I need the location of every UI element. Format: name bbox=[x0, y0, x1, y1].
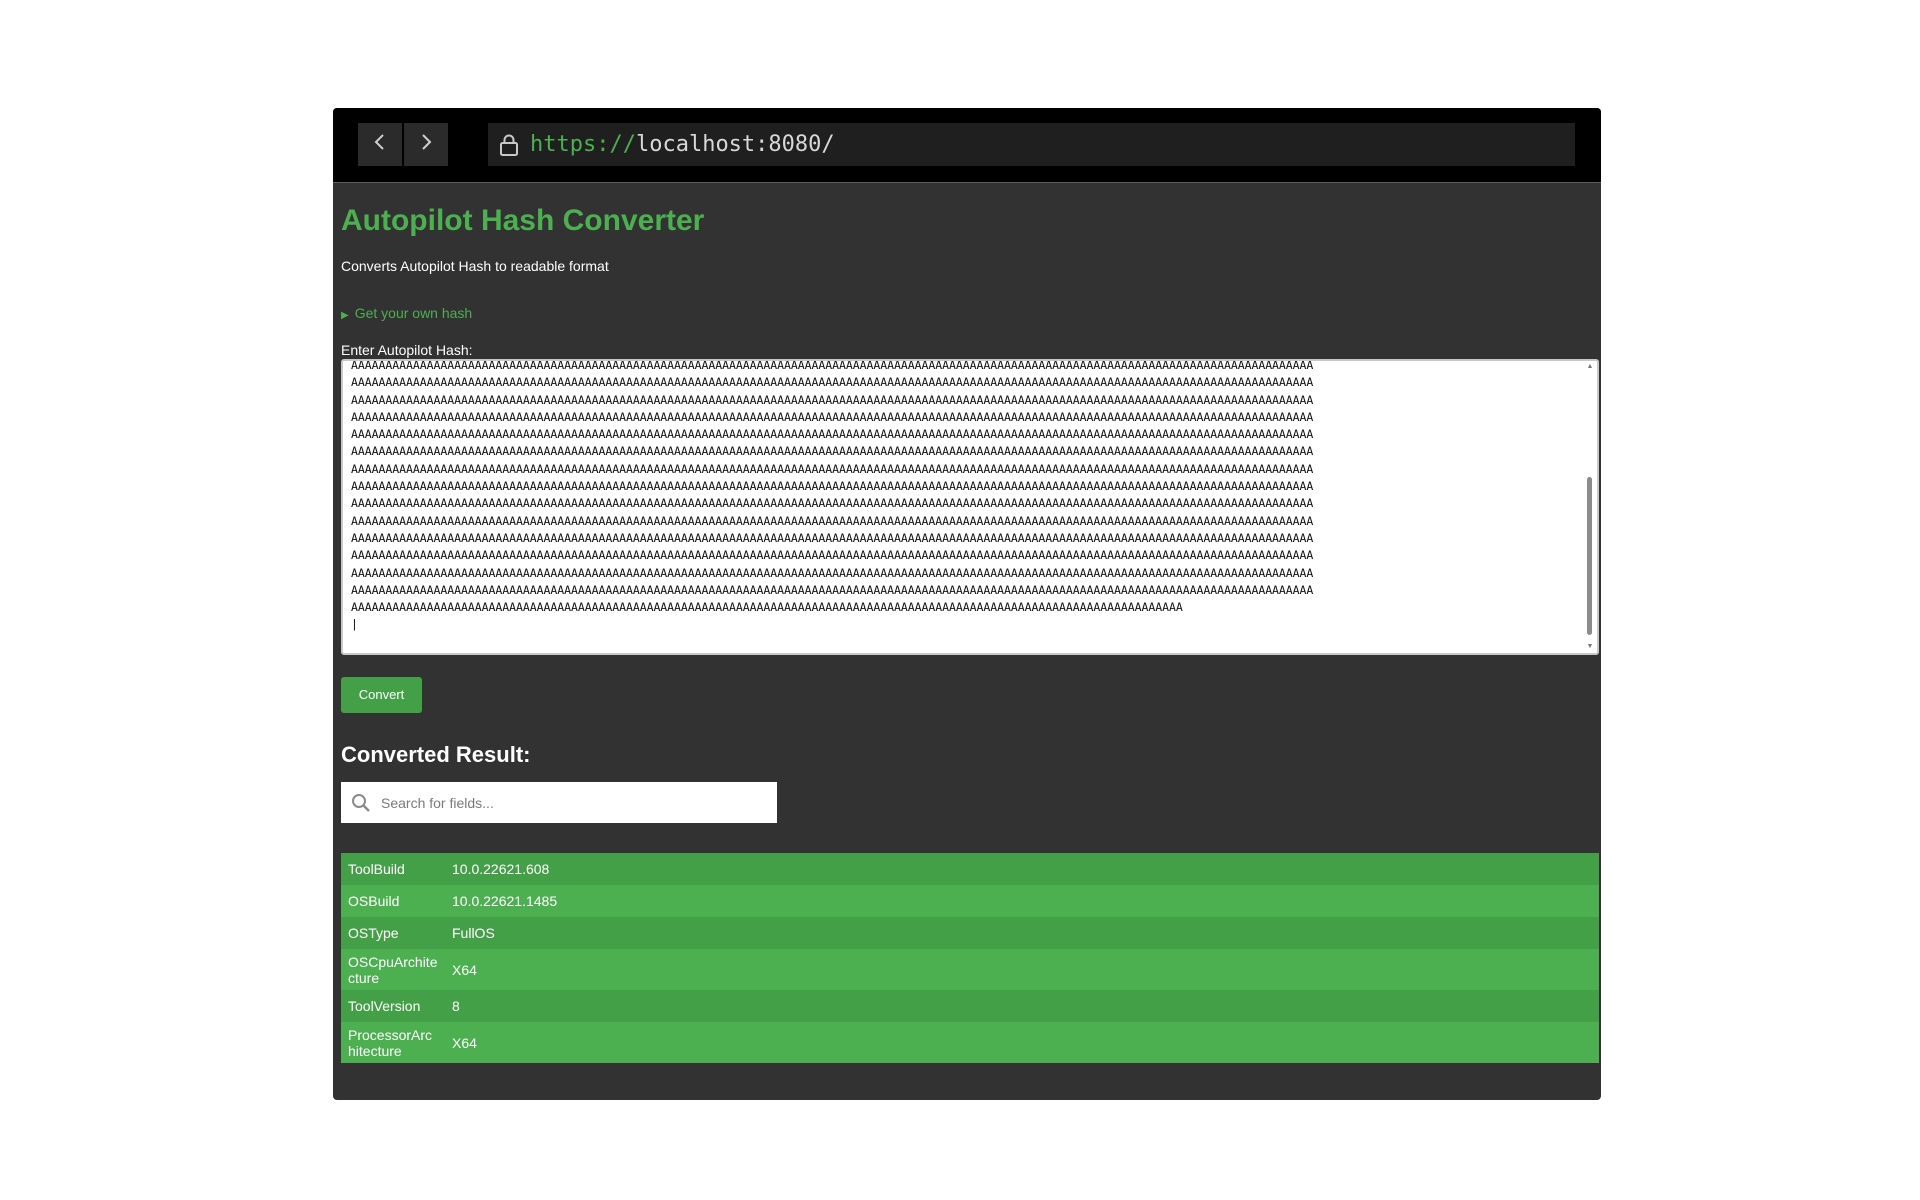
result-value: 8 bbox=[452, 998, 460, 1014]
triangle-right-icon: ▶ bbox=[341, 310, 349, 321]
back-button[interactable] bbox=[358, 123, 402, 166]
page-subtitle: Converts Autopilot Hash to readable form… bbox=[341, 258, 609, 274]
chevron-right-icon bbox=[419, 133, 433, 156]
page-content: Autopilot Hash Converter Converts Autopi… bbox=[333, 183, 1601, 1063]
result-value: X64 bbox=[452, 1034, 477, 1051]
scrollbar-thumb[interactable] bbox=[1587, 477, 1592, 635]
forward-button[interactable] bbox=[404, 123, 448, 166]
textarea-scrollbar[interactable]: ▲ ▼ bbox=[1585, 361, 1595, 653]
table-row: ProcessorArchitecture X64 bbox=[341, 1022, 1599, 1063]
url-scheme: https:// bbox=[530, 132, 636, 157]
result-value: X64 bbox=[452, 961, 477, 978]
page-title: Autopilot Hash Converter bbox=[341, 204, 705, 237]
result-key: ToolVersion bbox=[348, 998, 421, 1014]
convert-button[interactable]: Convert bbox=[341, 677, 422, 713]
chevron-left-icon bbox=[373, 133, 387, 156]
scroll-up-icon[interactable]: ▲ bbox=[1585, 362, 1595, 372]
table-row: OSType FullOS bbox=[341, 917, 1599, 949]
scroll-down-icon[interactable]: ▼ bbox=[1585, 642, 1595, 652]
browser-toolbar: https://localhost:8080/ bbox=[333, 108, 1601, 183]
result-value: FullOS bbox=[452, 925, 495, 941]
hash-textarea-content: AAAAAAAAAAAAAAAAAAAAAAAAAAAAAAAAAAAAAAAA… bbox=[351, 359, 1314, 632]
get-hash-summary: Get your own hash bbox=[354, 305, 473, 321]
lock-icon bbox=[498, 133, 520, 157]
result-key: ProcessorArchitecture bbox=[348, 1026, 433, 1059]
search-field[interactable] bbox=[341, 782, 777, 823]
result-key: OSType bbox=[348, 925, 399, 941]
result-key: ToolBuild bbox=[348, 861, 405, 877]
result-key: OSBuild bbox=[348, 893, 400, 909]
hash-textarea[interactable]: AAAAAAAAAAAAAAAAAAAAAAAAAAAAAAAAAAAAAAAA… bbox=[341, 359, 1599, 655]
table-row: ToolVersion 8 bbox=[341, 990, 1599, 1022]
table-row: OSBuild 10.0.22621.1485 bbox=[341, 885, 1599, 917]
table-row: OSCpuArchitecture X64 bbox=[341, 949, 1599, 990]
hash-label: Enter Autopilot Hash: bbox=[341, 342, 473, 358]
get-hash-disclosure[interactable]: ▶ Get your own hash bbox=[341, 304, 1593, 325]
address-bar[interactable]: https://localhost:8080/ bbox=[488, 123, 1575, 166]
search-input[interactable] bbox=[379, 793, 763, 812]
result-key: OSCpuArchitecture bbox=[348, 953, 438, 986]
result-value: 10.0.22621.1485 bbox=[452, 893, 558, 909]
result-table: ToolBuild 10.0.22621.608 OSBuild 10.0.22621… bbox=[341, 853, 1599, 1063]
result-title: Converted Result: bbox=[341, 742, 531, 767]
browser-window: https://localhost:8080/ Autopilot Hash C… bbox=[333, 108, 1601, 1100]
table-row: ToolBuild 10.0.22621.608 bbox=[341, 853, 1599, 885]
result-value: 10.0.22621.608 bbox=[452, 861, 550, 877]
url-host: localhost:8080/ bbox=[635, 132, 835, 157]
search-icon bbox=[351, 793, 371, 813]
